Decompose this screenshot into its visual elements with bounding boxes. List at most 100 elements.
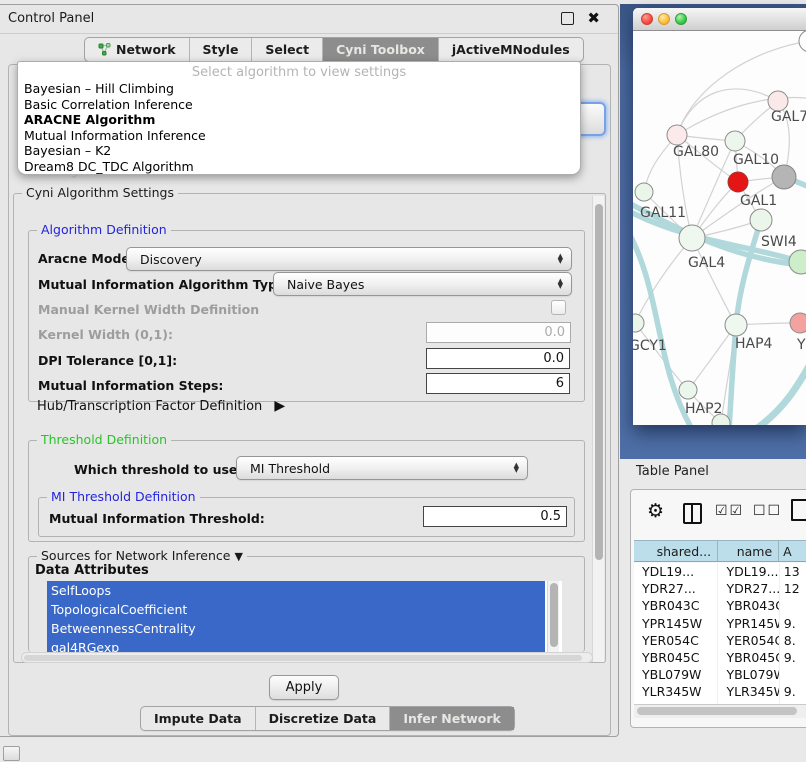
mi-threshold-field[interactable] [423,506,567,527]
tab-discretize-data[interactable]: Discretize Data [256,707,391,730]
column-header-partial[interactable]: A [779,541,806,561]
aracne-mode-combo[interactable]: Discovery ▲▼ [126,247,572,271]
scrollbar-thumb[interactable] [595,204,603,560]
table-row[interactable]: YPR145WYPR145W9. [634,615,806,632]
settings-vertical-scrollbar[interactable] [592,196,604,662]
cell[interactable]: YBL079W [718,666,779,683]
cell[interactable]: YDL19... [718,563,779,580]
cell[interactable]: 9. [780,683,806,700]
cell[interactable]: 13 [780,563,806,580]
cell[interactable]: 9. [780,615,806,632]
network-canvas[interactable]: GAL7 GAL80 GAL10 GAL1 GAL11 SWI4 GAL4 GC… [633,31,806,425]
node-gal7[interactable] [768,91,788,111]
node-gal11[interactable] [635,183,653,201]
table-row[interactable]: YBR045CYBR045C9. [634,649,806,666]
expand-arrow-icon[interactable]: ▶ [274,398,285,414]
cell[interactable]: YER054C [718,632,779,649]
node-gal80[interactable] [667,125,687,145]
node-gal4[interactable] [679,225,705,251]
cell[interactable]: YLR345W [718,683,779,700]
cell[interactable]: YDR27... [634,580,718,597]
cell[interactable]: 9. [780,649,806,666]
node-hap2[interactable] [679,381,697,399]
table-row[interactable]: YDR27...YDR27...12 [634,580,806,597]
collapse-arrow-icon[interactable]: ▼ [234,550,242,563]
scrollbar-thumb[interactable] [24,655,582,661]
manual-kernel-checkbox[interactable] [551,300,566,315]
collapsed-panel-button[interactable] [3,746,20,761]
cell[interactable]: YPR145W [634,615,718,632]
table-row[interactable]: YER054CYER054C8. [634,632,806,649]
close-traffic-light-icon[interactable] [641,13,653,25]
settings-horizontal-scrollbar[interactable] [21,652,593,663]
cell[interactable]: YBR045C [718,649,779,666]
column-header-name[interactable]: name [718,541,779,561]
node-hap4[interactable] [725,314,747,336]
gear-icon[interactable]: ⚙ [647,500,664,522]
scrollbar-thumb[interactable] [637,707,797,715]
node-gray[interactable] [772,165,796,189]
list-vertical-scrollbar[interactable] [547,581,559,653]
popup-item-bayesian-hill-climbing[interactable]: Bayesian – Hill Climbing [18,81,580,97]
table-row[interactable]: YBL079WYBL079W [634,666,806,683]
cell[interactable] [780,666,806,683]
mi-type-combo[interactable]: Naive Bayes ▲▼ [273,272,572,296]
node-red-selected[interactable] [728,172,748,192]
cell[interactable]: YER054C [634,632,718,649]
network-window-titlebar[interactable] [633,8,806,31]
select-all-checks-icon[interactable]: ☑☑ [715,503,744,519]
node-salmon[interactable] [790,313,806,333]
zoom-traffic-light-icon[interactable] [675,13,687,25]
data-attributes-list[interactable]: SelfLoops TopologicalCoefficient Between… [47,581,562,653]
cell[interactable]: 8. [780,632,806,649]
deselect-checks-icon[interactable]: ☐☐ [753,503,782,519]
kernel-width-field[interactable] [426,322,571,343]
node-gal10[interactable] [725,131,745,151]
cell[interactable]: YBL079W [634,666,718,683]
close-icon[interactable]: ✖ [587,9,600,27]
list-item-selected[interactable]: SelfLoops [47,581,545,600]
mi-steps-field[interactable] [426,373,570,394]
cell[interactable] [780,597,806,614]
cell[interactable]: YDL19... [634,563,718,580]
cell[interactable]: YLR345W [634,683,718,700]
column-header-shared-name[interactable]: shared... [634,541,718,561]
hub-definition-expander[interactable]: Hub/Transcription Factor Definition ▶ [37,398,285,414]
list-item-selected[interactable]: BetweennessCentrality [47,619,545,638]
cell[interactable]: YPR145W [718,615,779,632]
table-horizontal-scrollbar[interactable] [634,704,806,718]
minimize-traffic-light-icon[interactable] [658,13,670,25]
popup-item-basic-correlation[interactable]: Basic Correlation Inference [18,97,580,113]
columns-icon[interactable] [683,503,702,524]
float-window-icon[interactable] [561,12,574,25]
apply-button[interactable]: Apply [269,675,339,700]
node-gcy1[interactable] [633,314,644,332]
popup-item-dream8[interactable]: Dream8 DC_TDC Algorithm [18,159,580,175]
list-item-selected[interactable]: gal4RGexp [47,638,545,653]
table-row[interactable]: YDL19...YDL19...13 [634,563,806,580]
tab-cyni-toolbox[interactable]: Cyni Toolbox [323,38,439,61]
popup-item-mutual-information[interactable]: Mutual Information Inference [18,128,580,144]
tab-jactivemnodules[interactable]: jActiveMNodules [439,38,583,61]
cell[interactable]: YBR043C [718,597,779,614]
dpi-tolerance-field[interactable] [426,348,570,369]
tab-impute-data[interactable]: Impute Data [141,707,256,730]
tab-style[interactable]: Style [190,38,253,61]
popup-item-bayesian-k2[interactable]: Bayesian – K2 [18,143,580,159]
table-row[interactable]: YLR345WYLR345W9. [634,683,806,700]
tab-infer-network[interactable]: Infer Network [390,707,514,730]
node-right-green[interactable] [789,250,806,274]
tab-select[interactable]: Select [252,38,323,61]
tab-network[interactable]: Network [85,38,190,61]
table-row[interactable]: YBR043CYBR043C [634,597,806,614]
cell[interactable]: 12 [780,580,806,597]
cell[interactable]: YBR045C [634,649,718,666]
document-icon[interactable] [791,499,806,521]
cell[interactable]: YBR043C [634,597,718,614]
which-threshold-combo[interactable]: MI Threshold ▲▼ [236,456,528,480]
popup-item-aracne[interactable]: ARACNE Algorithm [18,112,580,128]
node-top-right[interactable] [799,31,806,52]
scrollbar-thumb[interactable] [550,583,558,647]
cell[interactable]: YDR27... [718,580,779,597]
node-gal1[interactable] [750,209,772,231]
